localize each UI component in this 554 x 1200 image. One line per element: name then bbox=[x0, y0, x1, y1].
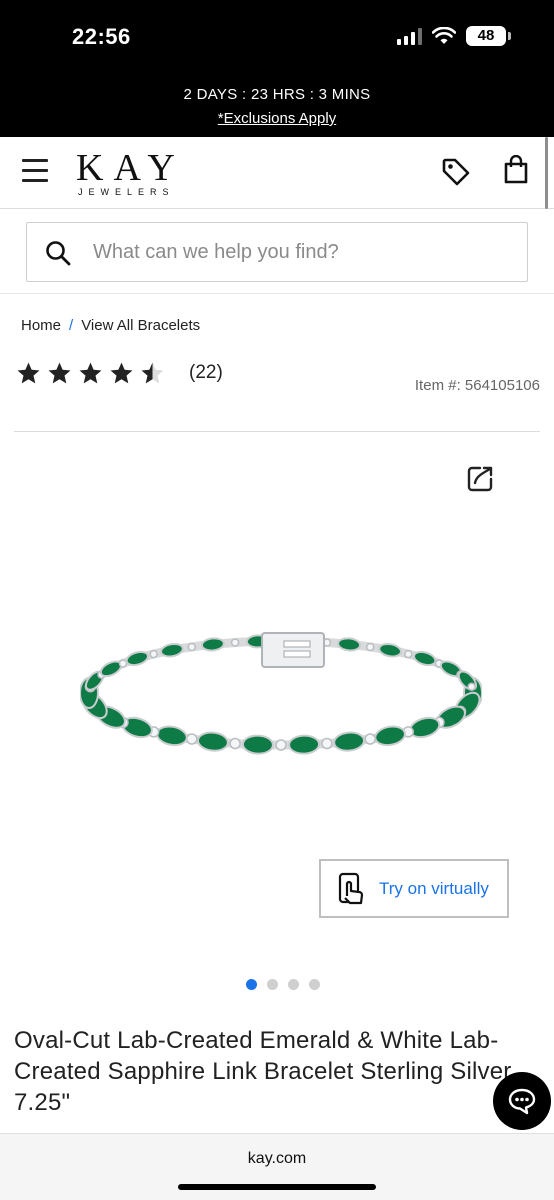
search-input[interactable] bbox=[93, 223, 513, 281]
product-rating[interactable]: (22) bbox=[16, 361, 223, 385]
site-header: KAY JEWELERS bbox=[0, 137, 554, 209]
product-title: Oval-Cut Lab-Created Emerald & White Lab… bbox=[14, 1027, 512, 1116]
hamburger-icon[interactable] bbox=[22, 159, 48, 183]
status-and-promo-bar: 22:56 48 2 DAYS : 23 HRS : 3 MINS *Exclu… bbox=[0, 0, 554, 137]
breadcrumb: Home / View All Bracelets bbox=[21, 317, 200, 334]
kay-logo[interactable]: KAY JEWELERS bbox=[76, 147, 185, 197]
browser-url[interactable]: kay.com bbox=[0, 1150, 554, 1168]
promo-countdown: 2 DAYS : 23 HRS : 3 MINS bbox=[183, 86, 371, 103]
chat-button[interactable] bbox=[493, 1072, 551, 1130]
search-box[interactable] bbox=[26, 222, 528, 282]
gallery-dot[interactable] bbox=[267, 979, 278, 990]
star-icon bbox=[79, 362, 102, 384]
browser-address-bar[interactable]: kay.com bbox=[0, 1133, 554, 1200]
rating-stars bbox=[16, 361, 171, 385]
battery-icon: 48 bbox=[466, 26, 511, 46]
star-icon bbox=[48, 362, 71, 384]
review-count[interactable]: (22) bbox=[189, 362, 223, 384]
logo-subtext: JEWELERS bbox=[78, 187, 175, 197]
breadcrumb-bracelets[interactable]: View All Bracelets bbox=[81, 317, 200, 334]
star-icon bbox=[110, 362, 133, 384]
star-icon bbox=[141, 362, 164, 384]
status-icons: 48 bbox=[397, 26, 511, 46]
logo-text: KAY bbox=[76, 147, 185, 189]
breadcrumb-separator: / bbox=[69, 317, 74, 334]
status-time: 22:56 bbox=[72, 24, 131, 49]
share-icon[interactable] bbox=[466, 465, 494, 493]
chat-icon bbox=[508, 1088, 536, 1115]
gallery-dot[interactable] bbox=[309, 979, 320, 990]
star-icon bbox=[17, 362, 40, 384]
divider bbox=[0, 293, 554, 294]
home-indicator[interactable] bbox=[178, 1184, 376, 1190]
try-on-hand-icon bbox=[338, 872, 364, 904]
cellular-signal-icon bbox=[397, 27, 422, 45]
divider bbox=[14, 431, 540, 432]
gallery-pagination bbox=[246, 979, 320, 990]
scrollbar[interactable] bbox=[545, 137, 548, 209]
breadcrumb-home[interactable]: Home bbox=[21, 317, 61, 334]
shopping-bag-icon[interactable] bbox=[503, 155, 529, 185]
gallery-dot[interactable] bbox=[288, 979, 299, 990]
wifi-icon bbox=[432, 27, 456, 44]
product-image[interactable] bbox=[80, 615, 482, 765]
gallery-dot[interactable] bbox=[246, 979, 257, 990]
exclusions-link[interactable]: *Exclusions Apply bbox=[0, 110, 554, 127]
item-number: Item #: 564105106 bbox=[414, 377, 540, 394]
tag-icon[interactable] bbox=[441, 157, 471, 187]
search-icon[interactable] bbox=[45, 240, 71, 266]
try-on-label: Try on virtually bbox=[379, 878, 489, 898]
try-on-virtually-button[interactable]: Try on virtually bbox=[319, 859, 509, 918]
